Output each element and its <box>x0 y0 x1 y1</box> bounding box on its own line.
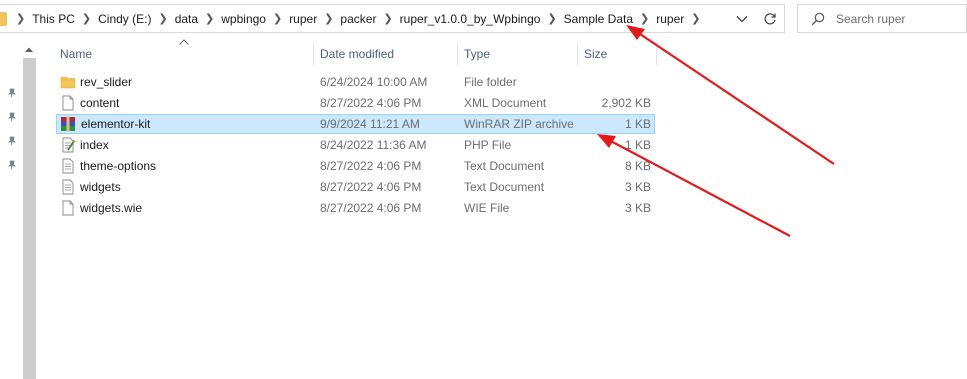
file-name: elementor-kit <box>81 117 151 131</box>
file-row[interactable]: theme-options 8/27/2022 4:06 PM Text Doc… <box>56 156 655 176</box>
column-divider[interactable] <box>313 43 314 65</box>
php-file-icon <box>62 137 76 153</box>
refresh-button[interactable] <box>756 4 785 33</box>
file-type: WIE File <box>464 201 510 215</box>
file-size: 1 KB <box>624 117 651 131</box>
file-name: index <box>80 138 109 152</box>
file-row[interactable]: rev_slider 6/24/2024 10:00 AM File folde… <box>56 72 655 92</box>
breadcrumb: ❯ This PC ❯ Cindy (E:) ❯ data ❯ wpbingo … <box>7 5 707 32</box>
chevron-right-icon[interactable]: ❯ <box>383 12 392 25</box>
column-divider[interactable] <box>457 43 458 65</box>
chevron-right-icon[interactable]: ❯ <box>640 12 649 25</box>
file-size: 3 KB <box>624 180 651 194</box>
pin-icon[interactable] <box>6 159 18 171</box>
xml-file-icon <box>62 95 74 111</box>
file-name: widgets.wie <box>80 201 143 215</box>
file-date: 8/27/2022 4:06 PM <box>320 159 422 173</box>
file-date: 6/24/2024 10:00 AM <box>320 75 428 89</box>
file-row[interactable]: content 8/27/2022 4:06 PM XML Document 2… <box>56 93 655 113</box>
file-date: 8/24/2022 11:36 AM <box>320 138 427 152</box>
file-name: theme-options <box>80 159 157 173</box>
file-date: 8/27/2022 4:06 PM <box>320 180 422 194</box>
winrar-archive-icon <box>61 117 75 131</box>
breadcrumb-current-folder[interactable]: ruper <box>656 12 684 26</box>
file-name: widgets <box>80 180 121 194</box>
column-divider[interactable] <box>656 43 657 65</box>
address-history-dropdown[interactable] <box>733 10 751 28</box>
file-size: 1 KB <box>624 138 651 152</box>
refresh-icon <box>764 12 776 24</box>
sort-ascending-icon <box>179 39 189 45</box>
scroll-up-button[interactable] <box>22 42 36 56</box>
file-size: 3 KB <box>624 201 651 215</box>
search-icon <box>810 11 826 27</box>
chevron-right-icon[interactable]: ❯ <box>82 12 91 25</box>
address-bar-row: ❯ This PC ❯ Cindy (E:) ❯ data ❯ wpbingo … <box>0 0 967 38</box>
file-type: File folder <box>464 75 517 89</box>
chevron-right-icon[interactable]: ❯ <box>273 12 282 25</box>
search-box[interactable] <box>797 4 967 33</box>
file-row[interactable]: index 8/24/2022 11:36 AM PHP File 1 KB <box>56 135 655 155</box>
column-header-row: Name Date modified Type Size <box>37 38 967 70</box>
pin-icon[interactable] <box>6 135 18 147</box>
chevron-right-icon[interactable]: ❯ <box>547 12 556 25</box>
file-type: WinRAR ZIP archive <box>464 117 574 131</box>
column-header-name[interactable]: Name <box>60 47 92 61</box>
address-bar[interactable]: ❯ This PC ❯ Cindy (E:) ❯ data ❯ wpbingo … <box>0 4 758 33</box>
file-list: Name Date modified Type Size rev_slider … <box>37 38 967 379</box>
text-file-icon <box>62 179 74 195</box>
breadcrumb-packer[interactable]: packer <box>340 12 376 26</box>
chevron-up-icon <box>25 47 33 52</box>
file-row-selected[interactable]: elementor-kit 9/9/2024 11:21 AM WinRAR Z… <box>56 114 655 134</box>
file-size: 2,902 KB <box>601 96 651 110</box>
chevron-right-icon[interactable]: ❯ <box>158 12 167 25</box>
column-header-date[interactable]: Date modified <box>320 47 394 61</box>
file-date: 9/9/2024 11:21 AM <box>320 117 420 131</box>
text-file-icon <box>62 158 74 174</box>
folder-icon <box>0 11 7 26</box>
file-type: Text Document <box>464 180 545 194</box>
breadcrumb-ruper[interactable]: ruper <box>289 12 317 26</box>
generic-file-icon <box>62 200 74 216</box>
breadcrumb-drive[interactable]: Cindy (E:) <box>98 12 151 26</box>
file-type: XML Document <box>464 96 547 110</box>
file-type: PHP File <box>464 138 512 152</box>
file-row[interactable]: widgets 8/27/2022 4:06 PM Text Document … <box>56 177 655 197</box>
folder-icon <box>60 76 76 89</box>
chevron-right-icon[interactable]: ❯ <box>324 12 333 25</box>
file-size: 8 KB <box>624 159 651 173</box>
breadcrumb-ruper-version[interactable]: ruper_v1.0.0_by_Wpbingo <box>400 12 541 26</box>
navigation-scrollbar[interactable] <box>23 58 36 379</box>
file-date: 8/27/2022 4:06 PM <box>320 201 422 215</box>
breadcrumb-sample-data[interactable]: Sample Data <box>564 12 633 26</box>
navigation-pane <box>0 38 37 379</box>
chevron-right-icon[interactable]: ❯ <box>16 12 25 25</box>
chevron-right-icon[interactable]: ❯ <box>691 12 700 25</box>
chevron-right-icon[interactable]: ❯ <box>205 12 214 25</box>
pin-icon[interactable] <box>6 111 18 123</box>
file-name: content <box>80 96 120 110</box>
column-header-type[interactable]: Type <box>464 47 490 61</box>
file-type: Text Document <box>464 159 545 173</box>
pin-icon[interactable] <box>6 87 18 99</box>
search-input[interactable] <box>836 11 966 26</box>
breadcrumb-wpbingo[interactable]: wpbingo <box>221 12 266 26</box>
breadcrumb-this-pc[interactable]: This PC <box>32 12 75 26</box>
chevron-down-icon <box>736 16 748 23</box>
file-date: 8/27/2022 4:06 PM <box>320 96 422 110</box>
column-header-size[interactable]: Size <box>584 47 607 61</box>
breadcrumb-data[interactable]: data <box>175 12 198 26</box>
column-divider[interactable] <box>577 43 578 65</box>
file-name: rev_slider <box>80 75 133 89</box>
file-row[interactable]: widgets.wie 8/27/2022 4:06 PM WIE File 3… <box>56 198 655 218</box>
